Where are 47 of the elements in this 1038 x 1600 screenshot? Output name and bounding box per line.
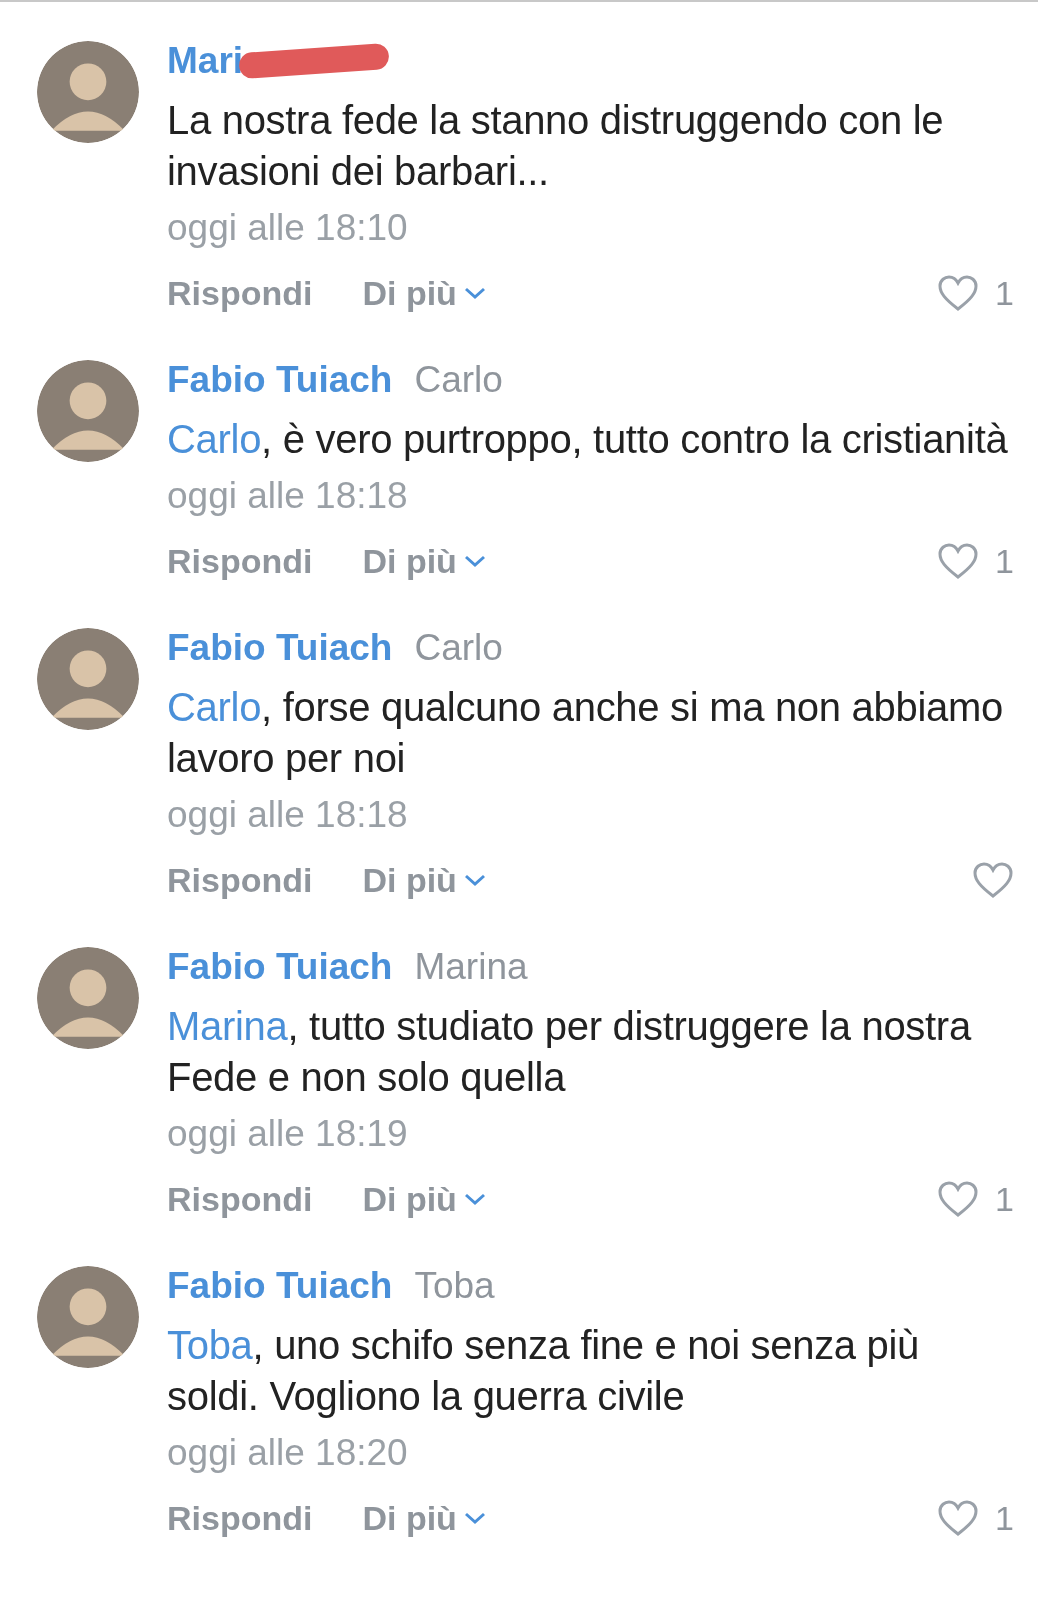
more-link[interactable]: Di più: [362, 1498, 487, 1538]
comment-text: Marina, tutto studiato per distruggere la nostra Fede e non solo quella: [167, 1003, 973, 1101]
mention-link[interactable]: Marina: [167, 1004, 288, 1048]
reply-to-name: Carlo: [414, 626, 503, 670]
mention-link[interactable]: Toba: [167, 1323, 253, 1367]
comment-text: La nostra fede la stanno distruggendo con le invasioni dei barbari...: [167, 97, 945, 195]
more-link[interactable]: Di più: [362, 1179, 487, 1219]
author-name[interactable]: Fabio Tuiach: [167, 355, 393, 405]
timestamp: oggi alle 18:18: [167, 793, 409, 837]
heart-icon[interactable]: [937, 1180, 980, 1218]
heart-icon[interactable]: [937, 274, 980, 312]
timestamp: oggi alle 18:20: [167, 1431, 409, 1475]
author-name[interactable]: Mari: [167, 36, 244, 86]
reply-to-name: Carlo: [414, 358, 503, 402]
timestamp: oggi alle 18:10: [167, 206, 409, 250]
comment-text: Toba, uno schifo senza fine e noi senza più soldi. Vogliono la guerra civile: [167, 1322, 921, 1420]
reply-to-name: Toba: [414, 1264, 495, 1308]
comment-text: Carlo, è vero purtroppo, tutto contro la cristianità: [167, 416, 1009, 463]
heart-icon[interactable]: [937, 1499, 980, 1537]
more-link[interactable]: Di più: [362, 860, 487, 900]
heart-icon[interactable]: [937, 542, 980, 580]
more-link[interactable]: Di più: [362, 273, 487, 313]
timestamp: oggi alle 18:18: [167, 474, 409, 518]
chevron-icon: [462, 286, 487, 300]
author-name[interactable]: Fabio Tuiach: [167, 942, 393, 992]
mention-link[interactable]: Carlo: [167, 685, 262, 729]
like-count: 1: [995, 541, 1014, 581]
chevron-icon: [462, 1192, 487, 1206]
heart-icon[interactable]: [972, 861, 1014, 899]
timestamp: oggi alle 18:19: [167, 1112, 409, 1156]
chevron-icon: [462, 873, 487, 887]
author-name[interactable]: Fabio Tuiach: [167, 1261, 393, 1311]
chevron-icon: [462, 1511, 487, 1525]
reply-link[interactable]: Rispondi: [167, 1498, 313, 1538]
reply-link[interactable]: Rispondi: [167, 541, 313, 581]
like-count: 1: [995, 1179, 1014, 1219]
reply-link[interactable]: Rispondi: [167, 273, 313, 313]
comment-text: Carlo, forse qualcuno anche si ma non abbiamo lavoro per noi: [167, 684, 1004, 782]
like-count: 1: [995, 1498, 1014, 1538]
mention-link[interactable]: Carlo: [167, 417, 262, 461]
reply-link[interactable]: Rispondi: [167, 1179, 313, 1219]
reply-to-name: Marina: [414, 945, 528, 989]
like-count: 1: [995, 273, 1014, 313]
more-link[interactable]: Di più: [362, 541, 487, 581]
author-name[interactable]: Fabio Tuiach: [167, 623, 393, 673]
chevron-icon: [462, 554, 487, 568]
reply-link[interactable]: Rispondi: [167, 860, 313, 900]
